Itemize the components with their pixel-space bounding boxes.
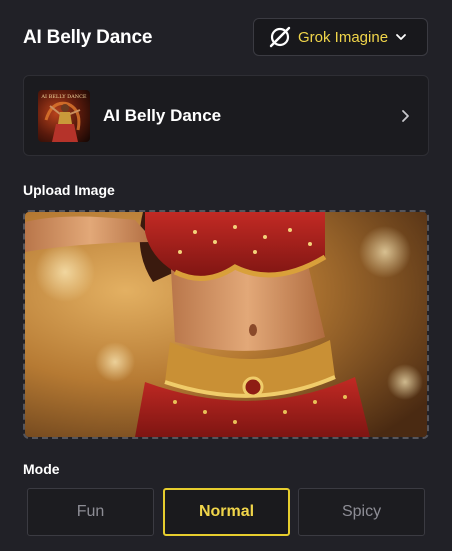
- template-name: AI Belly Dance: [103, 106, 222, 125]
- chevron-down-icon: [395, 31, 407, 43]
- mode-option-normal[interactable]: Normal: [163, 488, 290, 536]
- chevron-right-icon: [400, 109, 410, 123]
- grok-icon: [268, 25, 292, 49]
- upload-image-area[interactable]: [23, 210, 429, 439]
- mode-label: Mode: [23, 461, 60, 477]
- upload-label: Upload Image: [23, 182, 115, 198]
- model-select-value: Grok Imagine: [298, 28, 389, 46]
- model-select-dropdown[interactable]: Grok Imagine: [253, 18, 428, 56]
- mode-option-fun[interactable]: Fun: [27, 488, 154, 536]
- page-title: AI Belly Dance: [23, 27, 153, 48]
- template-thumbnail: AI BELLY DANCE: [38, 90, 90, 142]
- uploaded-image-preview: [25, 212, 427, 437]
- thumbnail-caption: AI BELLY DANCE: [40, 94, 87, 100]
- mode-option-spicy[interactable]: Spicy: [298, 488, 425, 536]
- template-card[interactable]: AI BELLY DANCE AI Belly Dance: [23, 75, 429, 156]
- header: AI Belly Dance Grok Imagine: [0, 0, 452, 76]
- mode-selector: Fun Normal Spicy: [27, 488, 425, 536]
